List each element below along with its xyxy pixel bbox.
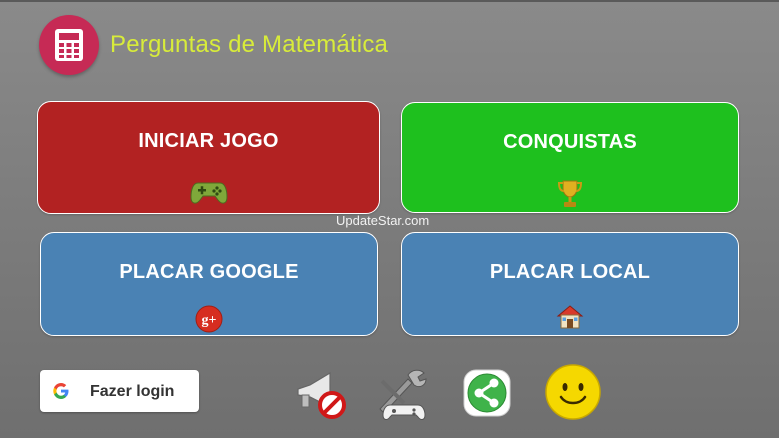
google-login-button[interactable]: Fazer login: [40, 370, 199, 412]
house-icon: [556, 303, 584, 336]
login-label: Fazer login: [90, 383, 175, 400]
top-border: [0, 0, 779, 2]
sound-off-icon[interactable]: [292, 365, 348, 426]
svg-text:g+: g+: [202, 313, 217, 328]
local-scoreboard-label: PLACAR LOCAL: [489, 261, 651, 283]
local-scoreboard-button[interactable]: PLACAR LOCAL: [401, 232, 739, 336]
trophy-icon: [557, 179, 583, 214]
gamepad-icon: [189, 180, 228, 211]
google-plus-icon: g+: [195, 305, 223, 338]
share-icon[interactable]: [462, 368, 512, 423]
achievements-button[interactable]: CONQUISTAS: [401, 102, 739, 213]
achievements-label: CONQUISTAS: [503, 131, 637, 153]
app-title: Perguntas de Matemática: [110, 31, 389, 58]
google-scoreboard-label: PLACAR GOOGLE: [119, 261, 299, 283]
settings-tools-icon[interactable]: [374, 365, 432, 426]
start-game-label: INICIAR JOGO: [138, 130, 279, 152]
google-scoreboard-button[interactable]: PLACAR GOOGLE g+: [40, 232, 378, 336]
calculator-icon: [39, 15, 99, 75]
watermark: UpdateStar.com: [336, 213, 430, 228]
start-game-button[interactable]: INICIAR JOGO: [37, 101, 380, 214]
smiley-icon[interactable]: [544, 363, 602, 426]
google-g-icon: [52, 382, 70, 405]
